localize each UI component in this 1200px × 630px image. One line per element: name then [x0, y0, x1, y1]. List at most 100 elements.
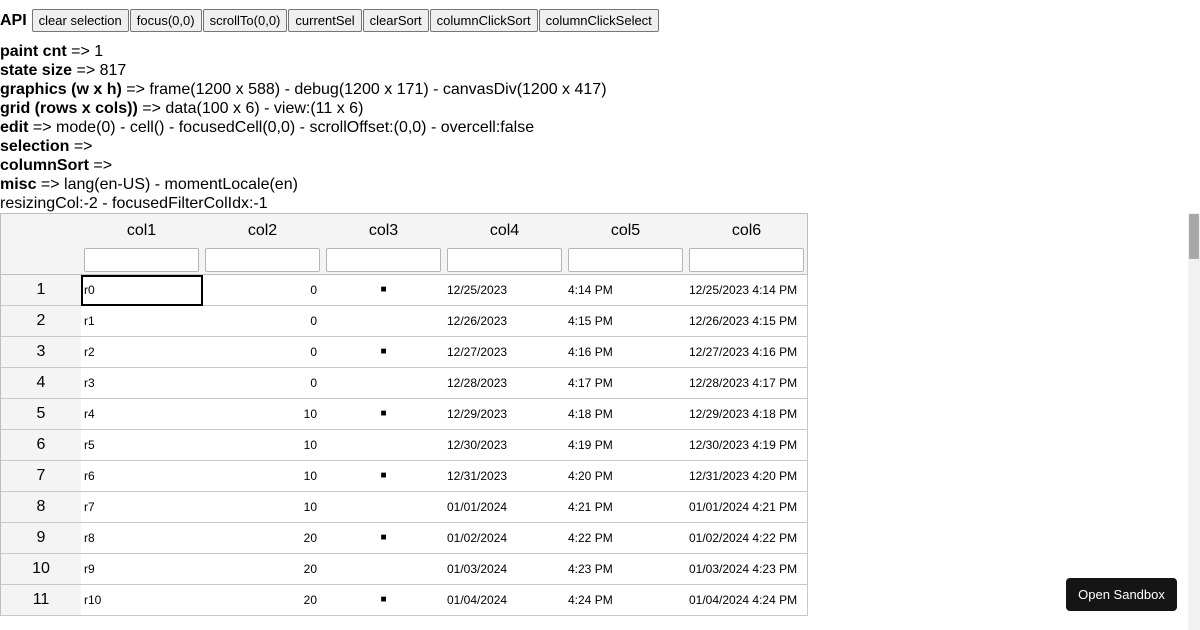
- column-filter-input[interactable]: [689, 248, 804, 272]
- cell-col2[interactable]: 10: [202, 399, 324, 430]
- column-header-col5[interactable]: col5: [565, 213, 687, 275]
- column-filter-input[interactable]: [447, 248, 562, 272]
- table-row[interactable]: 6 r5 10 12/30/2023 4:19 PM 12/30/2023 4:19 PM: [0, 430, 808, 461]
- cell-col1[interactable]: r0: [81, 275, 203, 306]
- cell-col6[interactable]: 12/26/2023 4:15 PM: [686, 306, 808, 337]
- cell-col6[interactable]: 12/30/2023 4:19 PM: [686, 430, 808, 461]
- table-row[interactable]: 11 r10 20 ■ 01/04/2024 4:24 PM 01/04/2024 4:24…: [0, 585, 808, 616]
- cell-col3[interactable]: ■: [323, 585, 445, 616]
- cell-col5[interactable]: 4:14 PM: [565, 275, 687, 306]
- cell-col5[interactable]: 4:16 PM: [565, 337, 687, 368]
- column-header-col2[interactable]: col2: [202, 213, 324, 275]
- column-title[interactable]: col3: [323, 214, 444, 248]
- cell-col3[interactable]: ■: [323, 275, 445, 306]
- cell-col6[interactable]: 01/03/2024 4:23 PM: [686, 554, 808, 585]
- cell-col3[interactable]: ■: [323, 399, 445, 430]
- cell-col2[interactable]: 10: [202, 461, 324, 492]
- cell-col6[interactable]: 01/04/2024 4:24 PM: [686, 585, 808, 616]
- cell-col6[interactable]: 12/25/2023 4:14 PM: [686, 275, 808, 306]
- current-sel-button[interactable]: currentSel: [288, 9, 362, 32]
- column-filter-input[interactable]: [205, 248, 320, 272]
- cell-col3[interactable]: [323, 306, 445, 337]
- column-click-sort-button[interactable]: columnClickSort: [429, 9, 538, 32]
- table-row[interactable]: 1 r0 0 ■ 12/25/2023 4:14 PM 12/25/2023 4:14 PM: [0, 275, 808, 306]
- cell-col3[interactable]: [323, 430, 445, 461]
- cell-col2[interactable]: 20: [202, 523, 324, 554]
- cell-col3[interactable]: ■: [323, 337, 445, 368]
- row-index-cell[interactable]: 9: [0, 523, 82, 554]
- column-click-select-button[interactable]: columnClickSelect: [538, 9, 659, 32]
- clear-selection-button[interactable]: clear selection: [31, 9, 129, 32]
- cell-col3[interactable]: ■: [323, 523, 445, 554]
- cell-col5[interactable]: 4:17 PM: [565, 368, 687, 399]
- corner-cell[interactable]: [0, 213, 82, 275]
- cell-col1[interactable]: r7: [81, 492, 203, 523]
- cell-col6[interactable]: 12/27/2023 4:16 PM: [686, 337, 808, 368]
- cell-col6[interactable]: 12/29/2023 4:18 PM: [686, 399, 808, 430]
- cell-col3[interactable]: [323, 368, 445, 399]
- table-row[interactable]: 2 r1 0 12/26/2023 4:15 PM 12/26/2023 4:15 PM: [0, 306, 808, 337]
- clear-sort-button[interactable]: clearSort: [362, 9, 429, 32]
- table-row[interactable]: 10 r9 20 01/03/2024 4:23 PM 01/03/2024 4:23 P…: [0, 554, 808, 585]
- cell-col4[interactable]: 12/26/2023: [444, 306, 566, 337]
- cell-col4[interactable]: 12/30/2023: [444, 430, 566, 461]
- row-index-cell[interactable]: 4: [0, 368, 82, 399]
- cell-col4[interactable]: 12/27/2023: [444, 337, 566, 368]
- cell-col3[interactable]: ■: [323, 461, 445, 492]
- cell-col1[interactable]: r8: [81, 523, 203, 554]
- cell-col1[interactable]: r1: [81, 306, 203, 337]
- cell-col4[interactable]: 01/03/2024: [444, 554, 566, 585]
- cell-col1[interactable]: r2: [81, 337, 203, 368]
- cell-col2[interactable]: 10: [202, 430, 324, 461]
- column-filter-input[interactable]: [326, 248, 441, 272]
- cell-col1[interactable]: r10: [81, 585, 203, 616]
- row-index-cell[interactable]: 3: [0, 337, 82, 368]
- column-title[interactable]: col2: [202, 214, 323, 248]
- cell-col5[interactable]: 4:21 PM: [565, 492, 687, 523]
- table-row[interactable]: 9 r8 20 ■ 01/02/2024 4:22 PM 01/02/2024 4:22 P…: [0, 523, 808, 554]
- data-grid[interactable]: col1 col2 col3 col4 col5 col6 1 r0 0 ■ 12/25…: [0, 213, 808, 630]
- row-index-cell[interactable]: 11: [0, 585, 82, 616]
- cell-col3[interactable]: [323, 554, 445, 585]
- cell-col5[interactable]: 4:24 PM: [565, 585, 687, 616]
- cell-col5[interactable]: 4:20 PM: [565, 461, 687, 492]
- vertical-scrollbar[interactable]: [1188, 213, 1200, 630]
- column-header-col6[interactable]: col6: [686, 213, 808, 275]
- column-title[interactable]: col4: [444, 214, 565, 248]
- row-index-cell[interactable]: 2: [0, 306, 82, 337]
- column-header-col3[interactable]: col3: [323, 213, 445, 275]
- scrollbar-thumb[interactable]: [1189, 214, 1199, 259]
- column-header-col4[interactable]: col4: [444, 213, 566, 275]
- open-sandbox-button[interactable]: Open Sandbox: [1066, 578, 1177, 611]
- column-title[interactable]: col1: [81, 214, 202, 248]
- cell-col1[interactable]: r4: [81, 399, 203, 430]
- cell-col6[interactable]: 01/01/2024 4:21 PM: [686, 492, 808, 523]
- row-index-cell[interactable]: 8: [0, 492, 82, 523]
- cell-col4[interactable]: 12/31/2023: [444, 461, 566, 492]
- cell-col2[interactable]: 0: [202, 337, 324, 368]
- cell-col6[interactable]: 01/02/2024 4:22 PM: [686, 523, 808, 554]
- cell-col5[interactable]: 4:15 PM: [565, 306, 687, 337]
- cell-col4[interactable]: 01/02/2024: [444, 523, 566, 554]
- table-row[interactable]: 4 r3 0 12/28/2023 4:17 PM 12/28/2023 4:17 PM: [0, 368, 808, 399]
- cell-col2[interactable]: 0: [202, 306, 324, 337]
- cell-col2[interactable]: 20: [202, 554, 324, 585]
- column-header-col1[interactable]: col1: [81, 213, 203, 275]
- row-index-cell[interactable]: 6: [0, 430, 82, 461]
- column-filter-input[interactable]: [84, 248, 199, 272]
- cell-col4[interactable]: 01/01/2024: [444, 492, 566, 523]
- cell-col1[interactable]: r3: [81, 368, 203, 399]
- column-title[interactable]: col5: [565, 214, 686, 248]
- cell-col4[interactable]: 12/29/2023: [444, 399, 566, 430]
- table-row[interactable]: 7 r6 10 ■ 12/31/2023 4:20 PM 12/31/2023 4:20 P…: [0, 461, 808, 492]
- cell-col5[interactable]: 4:18 PM: [565, 399, 687, 430]
- cell-col2[interactable]: 10: [202, 492, 324, 523]
- focus-button[interactable]: focus(0,0): [129, 9, 202, 32]
- row-index-cell[interactable]: 10: [0, 554, 82, 585]
- cell-col1[interactable]: r5: [81, 430, 203, 461]
- scroll-to-button[interactable]: scrollTo(0,0): [202, 9, 288, 32]
- cell-col1[interactable]: r9: [81, 554, 203, 585]
- cell-col4[interactable]: 01/04/2024: [444, 585, 566, 616]
- table-row[interactable]: 8 r7 10 01/01/2024 4:21 PM 01/01/2024 4:21 PM: [0, 492, 808, 523]
- table-row[interactable]: 5 r4 10 ■ 12/29/2023 4:18 PM 12/29/2023 4:18 P…: [0, 399, 808, 430]
